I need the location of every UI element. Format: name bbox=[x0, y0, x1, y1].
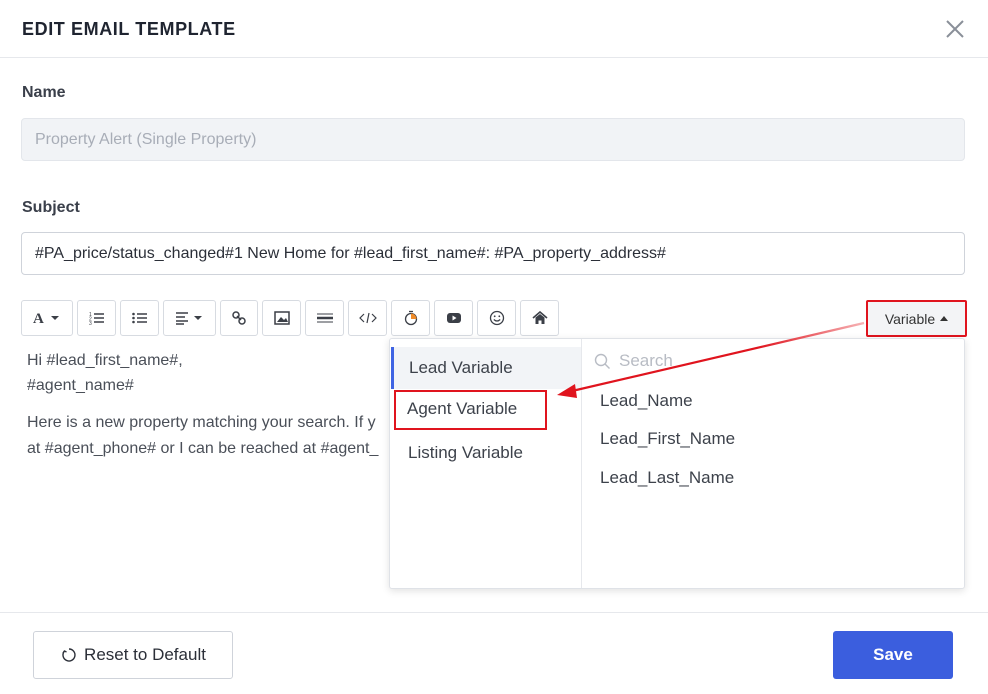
svg-text:A: A bbox=[33, 311, 44, 325]
video-icon[interactable] bbox=[434, 300, 473, 336]
reset-button-label: Reset to Default bbox=[84, 645, 206, 664]
category-agent-variable[interactable]: Agent Variable bbox=[394, 390, 547, 430]
reset-to-default-button[interactable]: Reset to Default bbox=[33, 631, 233, 679]
name-field[interactable]: Property Alert (Single Property) bbox=[21, 118, 965, 161]
name-label: Name bbox=[22, 84, 66, 101]
save-button[interactable]: Save bbox=[833, 631, 953, 679]
category-lead-variable[interactable]: Lead Variable bbox=[391, 347, 581, 389]
ordered-list-icon[interactable]: 123 bbox=[77, 300, 116, 336]
link-icon[interactable] bbox=[220, 300, 258, 336]
close-icon[interactable] bbox=[940, 14, 970, 44]
timer-icon[interactable] bbox=[391, 300, 430, 336]
editor-toolbar: A 123 bbox=[21, 300, 563, 336]
variable-item[interactable]: Lead_Last_Name bbox=[600, 468, 734, 488]
editor-line[interactable]: at #agent_phone# or I can be reached at … bbox=[27, 436, 378, 461]
svg-text:3: 3 bbox=[89, 321, 92, 325]
unordered-list-icon[interactable] bbox=[120, 300, 159, 336]
variable-item[interactable]: Lead_First_Name bbox=[600, 429, 735, 449]
emoji-icon[interactable] bbox=[477, 300, 516, 336]
variable-dropdown-button[interactable]: Variable bbox=[866, 300, 967, 337]
search-icon bbox=[594, 353, 610, 369]
reset-icon bbox=[62, 648, 76, 662]
modal-title: EDIT EMAIL TEMPLATE bbox=[22, 19, 236, 39]
variable-button-label: Variable bbox=[884, 310, 936, 327]
variable-search-input[interactable]: Search bbox=[594, 349, 954, 373]
caret-up-icon bbox=[940, 316, 949, 321]
align-icon[interactable] bbox=[163, 300, 216, 336]
category-listing-variable[interactable]: Listing Variable bbox=[391, 432, 581, 474]
modal-header: EDIT EMAIL TEMPLATE bbox=[0, 0, 988, 58]
home-icon[interactable] bbox=[520, 300, 559, 336]
search-placeholder: Search bbox=[619, 351, 673, 370]
horizontal-rule-icon[interactable] bbox=[305, 300, 344, 336]
variable-category-list: Lead Variable Agent Variable Listing Var… bbox=[390, 339, 582, 588]
variable-item[interactable]: Lead_Name bbox=[600, 391, 693, 411]
subject-label: Subject bbox=[22, 199, 80, 216]
editor-line[interactable]: Hi #lead_first_name#, bbox=[27, 348, 183, 373]
editor-line[interactable]: Here is a new property matching your sea… bbox=[27, 410, 376, 435]
font-icon[interactable]: A bbox=[21, 300, 73, 336]
subject-field[interactable]: #PA_price/status_changed#1 New Home for … bbox=[21, 232, 965, 275]
editor-line[interactable]: #agent_name# bbox=[27, 373, 134, 398]
image-icon[interactable] bbox=[262, 300, 301, 336]
code-icon[interactable] bbox=[348, 300, 387, 336]
variable-dropdown-panel: Lead Variable Agent Variable Listing Var… bbox=[389, 338, 965, 589]
